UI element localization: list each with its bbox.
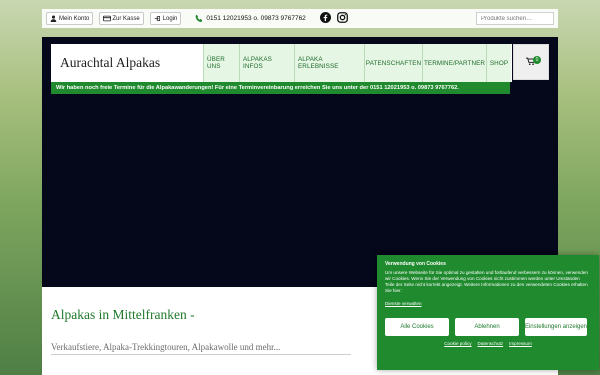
checkout-button[interactable]: Zur Kasse [99,12,144,25]
phone-info[interactable]: 0151 12021953 o. 09873 9767762 [195,14,306,24]
search-input[interactable] [476,12,554,25]
privacy-link[interactable]: Datenschutz [478,341,504,347]
reject-button[interactable]: Ablehnen [455,317,519,336]
cookie-banner: Verwendung von Cookies Um unsere Webseit… [377,255,599,370]
show-settings-button[interactable]: Einstellungen anzeigen [525,317,587,336]
cart-button[interactable]: 0 [513,44,549,80]
notice-banner: Wir haben noch freie Termine für die Alp… [51,82,510,94]
cookie-title: Verwendung von Cookies [385,261,446,267]
cookie-text: Um unsere Webseite für Sie optimal zu ge… [385,269,588,294]
user-icon [50,15,57,22]
page-subtitle: Verkaufstiere, Alpaka-Trekkingtouren, Al… [51,342,351,355]
cookie-policy-link[interactable]: Cookie policy [444,341,471,347]
login-icon [154,15,161,22]
login-button[interactable]: Login [149,12,182,25]
site-header: Aurachtal Alpakas ÜBER UNS ALPAKAS INFOS… [51,44,512,82]
nav-termine-partner[interactable]: TERMINE/PARTNER [422,44,486,82]
imprint-link[interactable]: Impressum [509,341,532,347]
top-bar: Mein Konto Zur Kasse Login 0151 12021953… [42,9,558,28]
nav-alpakas-infos[interactable]: ALPAKAS INFOS [239,44,294,82]
phone-icon [195,14,203,24]
account-label: Mein Konto [59,15,90,22]
credit-card-icon [103,15,112,22]
page-title: Alpakas in Mittelfranken - [51,307,195,322]
nav-alpaka-erlebnisse[interactable]: ALPAKA ERLEBNISSE [294,44,364,82]
nav-patenschaften[interactable]: PATENSCHAFTEN [364,44,422,82]
account-button[interactable]: Mein Konto [46,12,94,25]
checkout-label: Zur Kasse [112,15,140,22]
nav-shop[interactable]: SHOP [486,44,511,82]
main-nav: ÜBER UNS ALPAKAS INFOS ALPAKA ERLEBNISSE… [203,44,511,82]
manage-services-link[interactable]: Dienste verwalten [385,301,591,307]
accept-all-button[interactable]: Alle Cookies [385,317,449,336]
nav-ueber-uns[interactable]: ÜBER UNS [203,44,239,82]
facebook-icon[interactable] [319,12,331,25]
site-logo[interactable]: Aurachtal Alpakas [51,44,203,82]
phone-number: 0151 12021953 o. 09873 9767762 [206,15,306,22]
instagram-icon[interactable] [336,12,348,25]
cart-count-badge: 0 [533,56,541,64]
login-label: Login [162,15,178,22]
